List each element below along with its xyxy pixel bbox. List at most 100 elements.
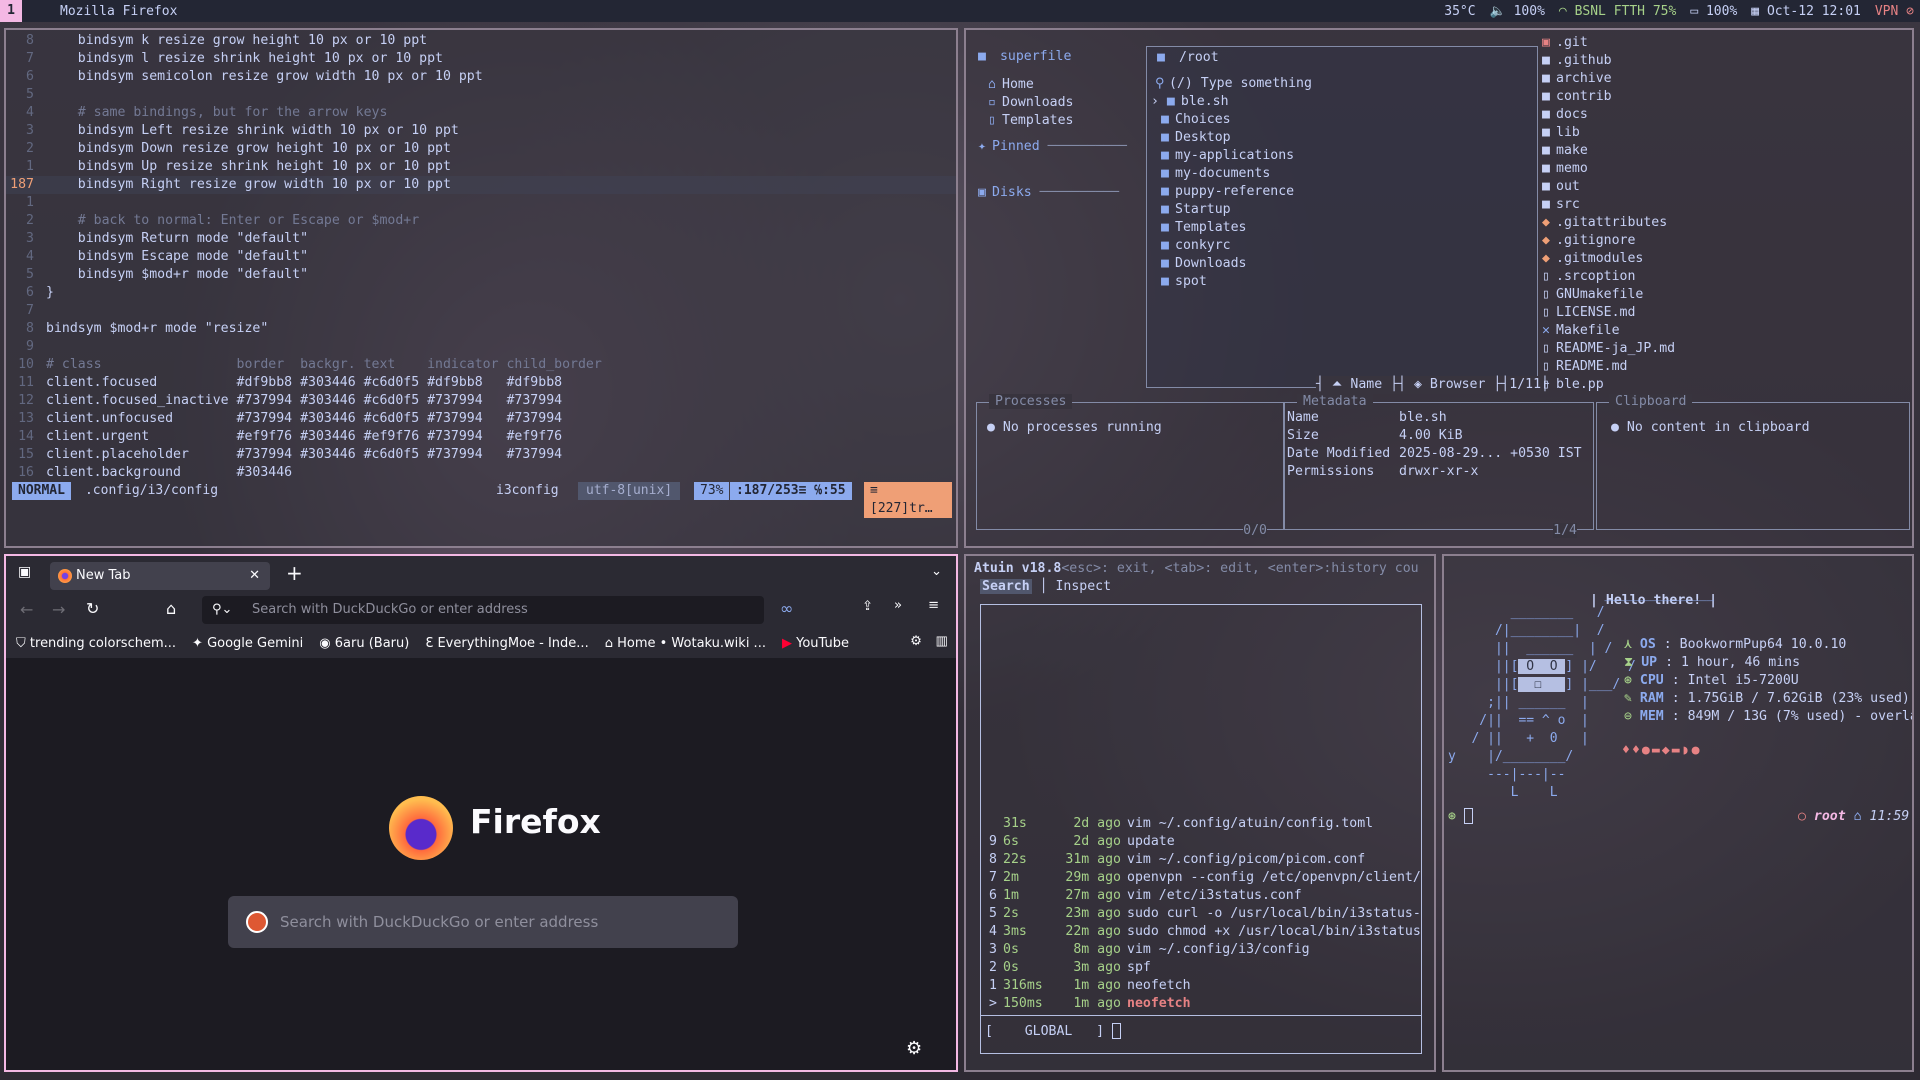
file-item[interactable]: ■ Choices	[1147, 111, 1537, 129]
file-item[interactable]: ■ my-documents	[1147, 165, 1537, 183]
bookmark-item[interactable]: ⛉ trending colorschem...	[16, 636, 176, 651]
tab-inspect[interactable]: Inspect	[1055, 579, 1111, 594]
settings-icon[interactable]: ⚙	[910, 634, 922, 649]
vim-line[interactable]: 5 bindsym $mod+r mode "default"	[6, 266, 956, 284]
firefox-wordmark: Firefox	[470, 802, 601, 841]
vim-line[interactable]: 1	[6, 194, 956, 212]
forward-icon[interactable]: →	[52, 600, 65, 619]
firefox-window[interactable]: ▣ New Tab ✕ + ⌄ ← → ↻ ⌂ ⚲⌄ Search with D…	[4, 554, 958, 1072]
terminal-fetch-window[interactable]: | Hello there! | ______________ ________…	[1442, 554, 1914, 1072]
file-item[interactable]: ■ Templates	[1147, 219, 1537, 237]
tab-search[interactable]: Search	[980, 579, 1032, 594]
overflow-icon[interactable]: »	[894, 598, 902, 613]
atuin-tabs: Search │ Inspect	[980, 579, 1112, 594]
vim-line[interactable]: 15 client.placeholder #737994 #303446 #c6…	[6, 446, 956, 464]
file-item[interactable]: ■ puppy-reference	[1147, 183, 1537, 201]
close-tab-icon[interactable]: ✕	[249, 562, 260, 590]
vim-line[interactable]: 8 bindsym k resize grow height 10 px or …	[6, 32, 956, 50]
workspace-indicator[interactable]: 1	[0, 0, 22, 22]
history-row[interactable]: >150ms 1m ago neofetch	[989, 995, 1191, 1013]
spf-file-list[interactable]: › ■ ble.sh ■ Choices ■ Desktop ■ my-application…	[1147, 93, 1537, 291]
file-item[interactable]: › ■ ble.sh	[1147, 93, 1537, 111]
vim-line[interactable]: 12 client.focused_inactive #737994 #30344…	[6, 392, 956, 410]
vim-line[interactable]: 4 # same bindings, but for the arrow key…	[6, 104, 956, 122]
history-row[interactable]: 3 0s 8m ago vim ~/.config/i3/config	[989, 941, 1310, 959]
tab-list-icon[interactable]: ▣	[18, 564, 31, 580]
vim-line[interactable]: 2 # back to normal: Enter or Escape or $…	[6, 212, 956, 230]
bookmark-item[interactable]: ▶ YouTube	[782, 636, 849, 651]
new-tab-button[interactable]: +	[286, 561, 303, 585]
sidebar-item-home[interactable]: ⌂ Home	[978, 76, 1138, 94]
spf-file-panel[interactable]: ■ /root ⚲ (/) Type something › ■ ble.sh ■ Ch…	[1146, 46, 1538, 388]
history-row[interactable]: 8 22s 31m ago vim ~/.config/picom/picom.con…	[989, 851, 1365, 869]
vim-line[interactable]: 16 client.background #303446	[6, 464, 956, 482]
file-item[interactable]: ■ Downloads	[1147, 255, 1537, 273]
bookmark-item[interactable]: Ɛ EverythingMoe - Inde...	[425, 636, 588, 651]
download-icon: ▫	[988, 95, 996, 110]
vim-line[interactable]: 7	[6, 302, 956, 320]
vim-line[interactable]: 3 bindsym Left resize shrink width 10 px…	[6, 122, 956, 140]
atuin-filter[interactable]: [ GLOBAL ]	[985, 1023, 1122, 1041]
history-row[interactable]: 1 316ms 1m ago neofetch	[989, 977, 1191, 995]
line-text: bindsym Escape mode "default"	[46, 249, 309, 264]
extension-icon[interactable]: ∞	[780, 599, 793, 618]
sidebar-icon[interactable]: ▥	[936, 634, 948, 649]
file-item[interactable]: ■ conkyrc	[1147, 237, 1537, 255]
spf-preview-panel[interactable]: ▣ .git ■ .github ■ archive ■ contrib ■ docs ■ lib ■ m…	[1542, 34, 1912, 394]
vim-buffer[interactable]: 8 bindsym k resize grow height 10 px or …	[6, 32, 956, 482]
vim-line[interactable]: 5	[6, 86, 956, 104]
history-row[interactable]: 4 3ms 22m ago sudo chmod +x /usr/local/bin/…	[989, 923, 1421, 941]
vim-line[interactable]: 4 bindsym Escape mode "default"	[6, 248, 956, 266]
file-item[interactable]: ■ Desktop	[1147, 129, 1537, 147]
vim-line[interactable]: 3 bindsym Return mode "default"	[6, 230, 956, 248]
vim-line[interactable]: 13 client.unfocused #737994 #303446 #c6d0…	[6, 410, 956, 428]
shell-prompt[interactable]: ⊛	[1448, 808, 1473, 826]
superfile-window[interactable]: ■ superfile ⌂ Home ▫ Downloads ▯ Templates …	[964, 28, 1914, 548]
file-item[interactable]: ■ my-applications	[1147, 147, 1537, 165]
vim-line[interactable]: 10 # class border backgr. text indicator …	[6, 356, 956, 374]
atuin-history-panel[interactable]: 31s 2d ago vim ~/.config/atuin/config.toml…	[980, 604, 1422, 1054]
history-row[interactable]: 6 1m 27m ago vim /etc/i3status.conf	[989, 887, 1302, 905]
vim-line[interactable]: 11 client.focused #df9bb8 #303446 #c6d0f5…	[6, 374, 956, 392]
menu-icon[interactable]: ≡	[928, 598, 939, 613]
vim-line[interactable]: 14 client.urgent #ef9f76 #303446 #ef9f76 …	[6, 428, 956, 446]
customize-gear-icon[interactable]: ⚙	[906, 1038, 922, 1059]
line-number: 1	[26, 195, 34, 210]
vim-mode: NORMAL	[12, 482, 71, 500]
bookmark-item[interactable]: ✦ Google Gemini	[192, 636, 303, 651]
vim-line[interactable]: 2 bindsym Down resize grow height 10 px …	[6, 140, 956, 158]
bookmark-item[interactable]: ◉ 6aru (Baru)	[319, 636, 409, 651]
history-row[interactable]: 2 0s 3m ago spf	[989, 959, 1151, 977]
vim-line[interactable]: 8 bindsym $mod+r mode "resize"	[6, 320, 956, 338]
vim-line[interactable]: 7 bindsym l resize shrink height 10 px o…	[6, 50, 956, 68]
vim-line[interactable]: 1 bindsym Up resize shrink height 10 px …	[6, 158, 956, 176]
url-bar[interactable]: ⚲⌄ Search with DuckDuckGo or enter addre…	[202, 596, 764, 624]
bookmark-item[interactable]: ⌂ Home • Wotaku.wiki ...	[605, 636, 766, 651]
vim-line[interactable]: 6}	[6, 284, 956, 302]
vim-editor-window[interactable]: 8 bindsym k resize grow height 10 px or …	[4, 28, 958, 548]
share-icon[interactable]: ⇪	[862, 599, 873, 614]
sidebar-item-downloads[interactable]: ▫ Downloads	[978, 94, 1138, 112]
spf-search-input[interactable]: ⚲ (/) Type something	[1147, 75, 1537, 93]
file-item[interactable]: ■ spot	[1147, 273, 1537, 291]
history-row[interactable]: 31s 2d ago vim ~/.config/atuin/config.toml	[989, 815, 1373, 833]
sidebar-item-templates[interactable]: ▯ Templates	[978, 112, 1138, 130]
vim-line[interactable]: 187 bindsym Right resize grow width 10 p…	[6, 176, 956, 194]
tab-new-tab[interactable]: New Tab ✕	[50, 562, 270, 590]
vim-line[interactable]: 9	[6, 338, 956, 356]
back-icon[interactable]: ←	[20, 600, 33, 619]
newtab-search-input[interactable]: Search with DuckDuckGo or enter address	[228, 896, 738, 948]
history-row[interactable]: 5 2s 23m ago sudo curl -o /usr/local/bin/i3…	[989, 905, 1421, 923]
chevron-down-icon[interactable]: ⌄	[931, 564, 942, 579]
file-item[interactable]: ■ Startup	[1147, 201, 1537, 219]
atuin-window[interactable]: Atuin v18.8<esc>: exit, <tab>: edit, <en…	[964, 554, 1436, 1072]
line-number: 7	[26, 51, 34, 66]
search-engine-icon[interactable]: ⚲⌄	[212, 596, 232, 624]
history-row[interactable]: 9 6s 2d ago update	[989, 833, 1175, 851]
vim-line[interactable]: 6 bindsym semicolon resize grow width 10…	[6, 68, 956, 86]
template-icon: ▯	[988, 113, 996, 128]
home-icon[interactable]: ⌂	[166, 599, 176, 618]
line-number: 5	[26, 87, 34, 102]
reload-icon[interactable]: ↻	[86, 599, 99, 618]
history-row[interactable]: 7 2m 29m ago openvpn --config /etc/openvpn/…	[989, 869, 1421, 887]
